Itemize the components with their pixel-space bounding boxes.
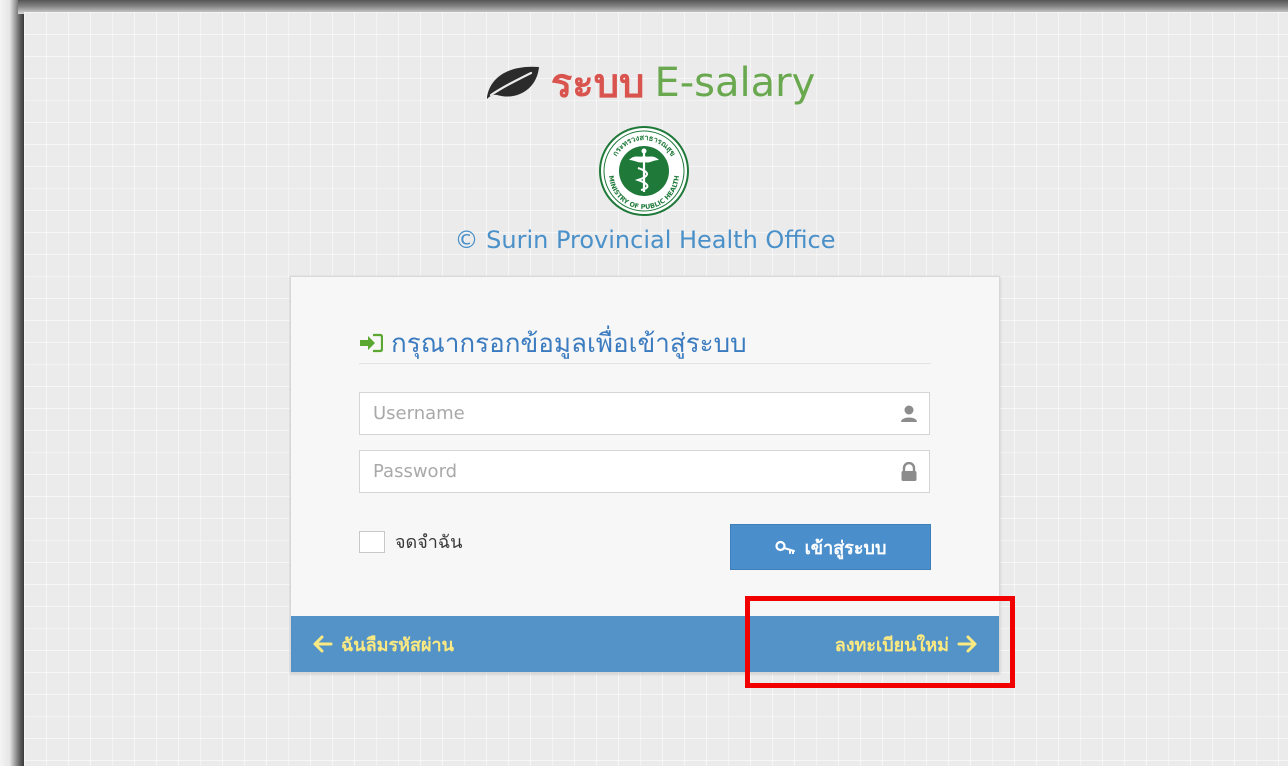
highlight-annotation	[745, 596, 1015, 688]
user-icon	[901, 405, 917, 422]
remember-me: จดจำฉัน	[359, 527, 462, 556]
key-icon	[775, 540, 795, 554]
ministry-seal-icon: กระทรวงสาธารณสุข MINISTRY OF PUBLIC HEAL…	[599, 126, 689, 216]
forgot-password-link[interactable]: ฉันลืมรหัสผ่าน	[313, 616, 454, 672]
username-field[interactable]	[359, 392, 930, 435]
login-title: กรุณากรอกข้อมูลเพื่อเข้าสู่ระบบ	[391, 328, 747, 359]
login-header: กรุณากรอกข้อมูลเพื่อเข้าสู่ระบบ	[359, 323, 931, 364]
brand-english-word: E-salary	[654, 60, 816, 106]
login-button-label: เข้าสู่ระบบ	[804, 537, 887, 559]
brand-title: ระบบ E-salary	[398, 55, 898, 111]
brand-thai-word: ระบบ	[550, 61, 645, 107]
sign-in-icon	[360, 333, 383, 353]
remember-label: จดจำฉัน	[395, 532, 463, 553]
username-input[interactable]	[360, 393, 880, 434]
lock-icon	[901, 462, 917, 481]
password-field[interactable]	[359, 450, 930, 493]
organization-name: © Surin Provincial Health Office	[454, 226, 836, 254]
window-shadow-left	[0, 0, 24, 766]
leaf-icon	[486, 66, 539, 99]
forgot-password-label: ฉันลืมรหัสผ่าน	[341, 634, 454, 656]
password-input[interactable]	[360, 451, 880, 492]
login-button[interactable]: เข้าสู่ระบบ	[730, 524, 931, 570]
remember-checkbox[interactable]	[359, 530, 385, 553]
arrow-left-icon	[313, 635, 333, 653]
screen: ระบบ E-salary กระทรวงสาธารณสุข MINISTRY …	[0, 0, 1288, 766]
